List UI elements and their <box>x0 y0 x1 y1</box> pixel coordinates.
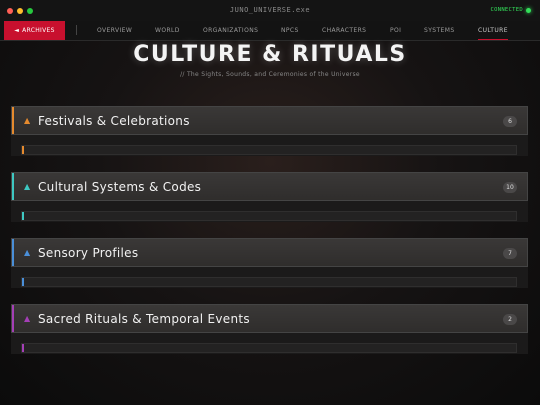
nav-item-world[interactable]: WORLD <box>155 21 180 40</box>
section-content-marker <box>22 212 24 220</box>
connection-status: CONNECTED <box>490 7 531 13</box>
section-title: Sensory Profiles <box>38 246 139 260</box>
section-content-bar <box>21 277 517 287</box>
nav-divider <box>76 25 77 35</box>
section-header-festivals[interactable]: ▲ Festivals & Celebrations 6 <box>11 106 528 135</box>
section-accent-bar <box>12 305 14 332</box>
page-subtitle: // The Sights, Sounds, and Ceremonies of… <box>180 71 360 78</box>
triangle-up-icon: ▲ <box>24 248 31 257</box>
status-dot-icon <box>526 7 531 13</box>
connection-status-label: CONNECTED <box>490 7 523 13</box>
section-header-cultural-systems[interactable]: ▲ Cultural Systems & Codes 10 <box>11 172 528 201</box>
nav-item-npcs[interactable]: NPCS <box>281 21 299 40</box>
left-triangle-icon: ◄ <box>14 27 20 34</box>
section-title: Cultural Systems & Codes <box>38 180 202 194</box>
section-content-bar <box>21 145 517 155</box>
section-content-bar <box>21 211 517 221</box>
section-count-badge: 10 <box>503 182 517 193</box>
nav-item-characters[interactable]: CHARACTERS <box>322 21 366 40</box>
section-count-badge: 2 <box>503 314 517 325</box>
title-bar: JUNO_UNIVERSE.exe CONNECTED <box>0 0 540 22</box>
section-content-bar <box>21 343 517 353</box>
nav-item-poi[interactable]: POI <box>390 21 401 40</box>
section-content-marker <box>22 146 24 154</box>
section-title: Sacred Rituals & Temporal Events <box>38 312 250 326</box>
nav-item-systems[interactable]: SYSTEMS <box>424 21 455 40</box>
window-title: JUNO_UNIVERSE.exe <box>229 6 311 14</box>
nav-item-overview[interactable]: OVERVIEW <box>97 21 132 40</box>
page-title: CULTURE & RITUALS <box>133 42 407 67</box>
triangle-up-icon: ▲ <box>24 182 31 191</box>
section-accent-bar <box>12 173 14 200</box>
section-body-festivals <box>11 135 528 156</box>
triangle-up-icon: ▲ <box>24 314 31 323</box>
section-content-marker <box>22 344 24 352</box>
archives-back-label: ARCHIVES <box>22 27 55 34</box>
section-header-sensory-profiles[interactable]: ▲ Sensory Profiles 7 <box>11 238 528 267</box>
section-header-sacred-rituals[interactable]: ▲ Sacred Rituals & Temporal Events 2 <box>11 304 528 333</box>
section-title: Festivals & Celebrations <box>38 114 190 128</box>
section-accent-bar <box>12 239 14 266</box>
nav-item-culture[interactable]: CULTURE <box>478 21 508 40</box>
triangle-up-icon: ▲ <box>24 116 31 125</box>
archives-back-button[interactable]: ◄ ARCHIVES <box>4 21 65 40</box>
section-body-sacred-rituals <box>11 333 528 354</box>
nav-item-organizations[interactable]: ORGANIZATIONS <box>203 21 258 40</box>
app-window: JUNO_UNIVERSE.exe CONNECTED ◄ ARCHIVES O… <box>0 0 540 405</box>
section-body-sensory-profiles <box>11 267 528 288</box>
section-accent-bar <box>12 107 14 134</box>
section-body-cultural-systems <box>11 201 528 222</box>
section-count-badge: 7 <box>503 248 517 259</box>
top-navigation: ◄ ARCHIVES OVERVIEW WORLD ORGANIZATIONS … <box>0 21 540 41</box>
section-count-badge: 6 <box>503 116 517 127</box>
section-content-marker <box>22 278 24 286</box>
